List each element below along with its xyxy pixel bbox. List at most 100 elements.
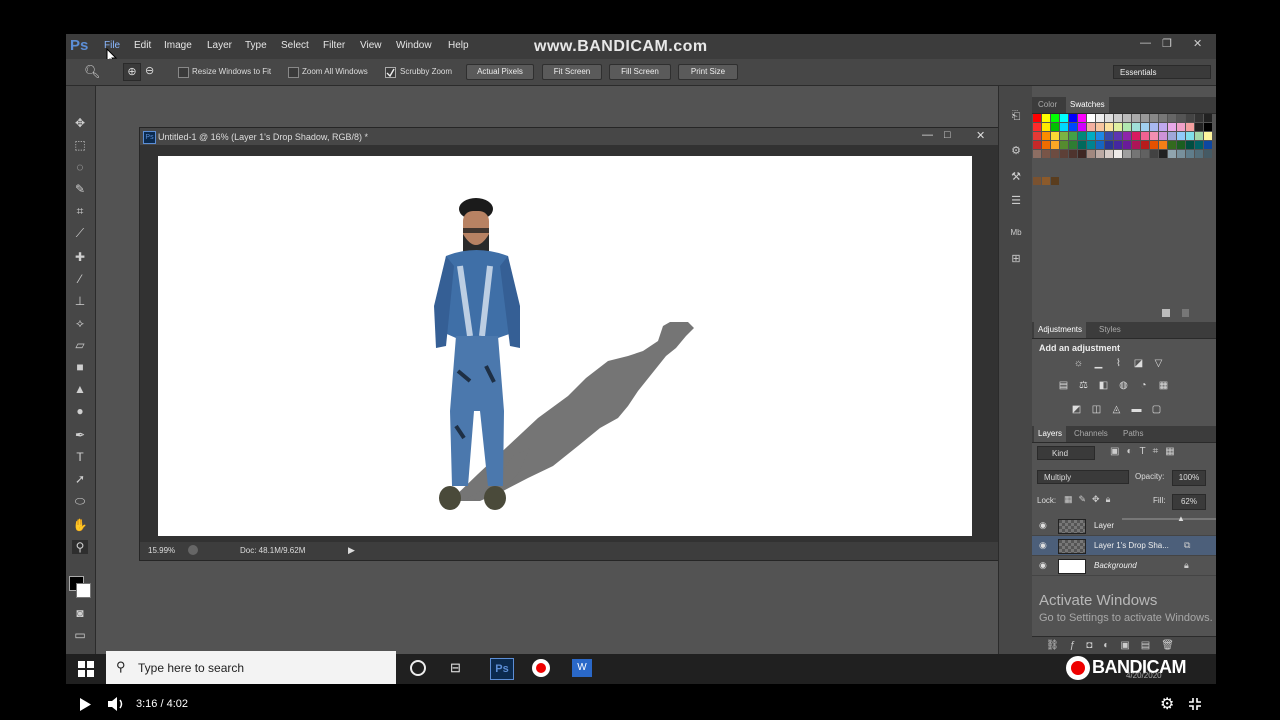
exposure-icon[interactable]: ◪ [1132, 358, 1145, 369]
volume-icon[interactable] [108, 696, 126, 712]
swatch[interactable] [1150, 150, 1158, 158]
swatch[interactable] [1123, 150, 1131, 158]
path-selection-tool-icon[interactable]: ➚ [72, 472, 88, 486]
fill-field[interactable]: 62% [1172, 494, 1206, 510]
menu-type[interactable]: Type [245, 40, 267, 51]
swatch[interactable] [1051, 150, 1059, 158]
opacity-field[interactable]: 100% [1172, 470, 1206, 486]
swatch[interactable] [1060, 150, 1068, 158]
swatch[interactable] [1132, 132, 1140, 140]
scrubby-zoom-checkbox[interactable] [385, 67, 396, 78]
eyedropper-tool-icon[interactable]: ⟋ [72, 226, 88, 240]
swatch[interactable] [1114, 150, 1122, 158]
shape-tool-icon[interactable]: ⬭ [72, 494, 88, 508]
tool-presets-icon[interactable]: ⊞ [1008, 252, 1024, 266]
dodge-tool-icon[interactable]: ● [72, 404, 88, 418]
swatch[interactable] [1204, 123, 1212, 131]
swatch[interactable] [1033, 141, 1041, 149]
swatch[interactable] [1078, 150, 1086, 158]
settings-icon[interactable]: ⚙ [1160, 694, 1174, 714]
tab-swatches[interactable]: Swatches [1066, 97, 1109, 113]
tab-adjustments[interactable]: Adjustments [1034, 322, 1087, 338]
swatch[interactable] [1186, 132, 1194, 140]
swatch[interactable] [1069, 114, 1077, 122]
swatch[interactable] [1123, 141, 1131, 149]
restore-button[interactable]: ❐ [1162, 37, 1172, 50]
tab-color[interactable]: Color [1038, 100, 1057, 109]
swatch[interactable] [1141, 123, 1149, 131]
swatch[interactable] [1096, 123, 1104, 131]
fit-screen-button[interactable]: Fit Screen [542, 64, 602, 80]
swatch[interactable] [1105, 123, 1113, 131]
new-swatch-icon[interactable] [1162, 309, 1170, 317]
menu-filter[interactable]: Filter [323, 40, 345, 51]
swatch[interactable] [1042, 150, 1050, 158]
play-icon[interactable] [80, 698, 91, 711]
brightness-contrast-icon[interactable]: ☼ [1072, 358, 1085, 369]
swatch[interactable] [1051, 141, 1059, 149]
doc-maximize-button[interactable]: □ [944, 129, 951, 141]
swatch[interactable] [1177, 150, 1185, 158]
lock-icons[interactable]: ▦✎✥🔒︎ [1064, 494, 1116, 505]
swatch[interactable] [1105, 132, 1113, 140]
doc-minimize-button[interactable]: — [922, 129, 933, 141]
swatch[interactable] [1114, 114, 1122, 122]
clone-stamp-tool-icon[interactable]: ⊥ [72, 294, 88, 308]
swatch[interactable] [1159, 132, 1167, 140]
zoom-out-icon[interactable]: ⊖ [145, 63, 154, 79]
eye-icon[interactable]: ◉ [1039, 520, 1047, 531]
zoom-all-checkbox[interactable] [288, 67, 299, 78]
swatch[interactable] [1150, 123, 1158, 131]
swatch[interactable] [1168, 132, 1176, 140]
layer-row[interactable]: ◉ Layer [1032, 516, 1216, 536]
blend-mode-dropdown[interactable]: Multiply [1037, 470, 1129, 484]
tab-styles[interactable]: Styles [1099, 325, 1121, 334]
swatch[interactable] [1033, 177, 1041, 185]
swatch[interactable] [1033, 132, 1041, 140]
swatch[interactable] [1150, 141, 1158, 149]
black-white-icon[interactable]: ◧ [1097, 380, 1110, 391]
invert-icon[interactable]: ◩ [1070, 404, 1083, 415]
cortana-icon[interactable] [410, 660, 426, 676]
swatch[interactable] [1132, 123, 1140, 131]
layer-row[interactable]: ◉ Background 🔒︎ [1032, 556, 1216, 576]
swatch[interactable] [1132, 150, 1140, 158]
screen-mode-icon[interactable]: ▭ [72, 628, 88, 642]
swatch[interactable] [1096, 141, 1104, 149]
swatch[interactable] [1159, 150, 1167, 158]
swatch[interactable] [1042, 114, 1050, 122]
gradient-tool-icon[interactable]: ■ [72, 360, 88, 374]
tab-paths[interactable]: Paths [1123, 429, 1143, 438]
channel-mixer-icon[interactable]: ◔ [1137, 380, 1150, 391]
close-button[interactable]: ✕ [1193, 37, 1202, 50]
swatch[interactable] [1204, 132, 1212, 140]
swatch[interactable] [1195, 132, 1203, 140]
zoom-in-icon[interactable]: ⊕ [123, 63, 141, 81]
swatch[interactable] [1051, 114, 1059, 122]
swatch[interactable] [1168, 123, 1176, 131]
brush-presets-icon[interactable]: ☰ [1008, 194, 1024, 208]
brush-tool-icon[interactable]: ⁄ [72, 272, 88, 286]
layer-actions-icons[interactable]: ⛓ƒ◘◐▣▤🗑︎ [1046, 640, 1185, 651]
task-view-icon[interactable]: ⊟ [450, 660, 461, 676]
swatch[interactable] [1177, 141, 1185, 149]
menu-image[interactable]: Image [164, 40, 192, 51]
eye-icon[interactable]: ◉ [1039, 540, 1047, 551]
swatch[interactable] [1060, 114, 1068, 122]
swatch[interactable] [1204, 141, 1212, 149]
menu-view[interactable]: View [360, 40, 382, 51]
swatch[interactable] [1042, 177, 1050, 185]
zoom-level[interactable]: 15.99% [148, 546, 175, 555]
swatch[interactable] [1078, 141, 1086, 149]
gradient-map-icon[interactable]: ▬ [1130, 404, 1143, 415]
layer-row[interactable]: ◉ Layer 1's Drop Sha... ⧉ [1032, 536, 1216, 556]
swatch[interactable] [1087, 114, 1095, 122]
swatch[interactable] [1078, 132, 1086, 140]
tab-layers[interactable]: Layers [1034, 426, 1067, 442]
swatch[interactable] [1114, 141, 1122, 149]
swatch[interactable] [1168, 114, 1176, 122]
menu-help[interactable]: Help [448, 40, 469, 51]
marquee-tool-icon[interactable]: ⬚ [72, 138, 88, 152]
swatch[interactable] [1096, 114, 1104, 122]
eye-icon[interactable]: ◉ [1039, 560, 1047, 571]
